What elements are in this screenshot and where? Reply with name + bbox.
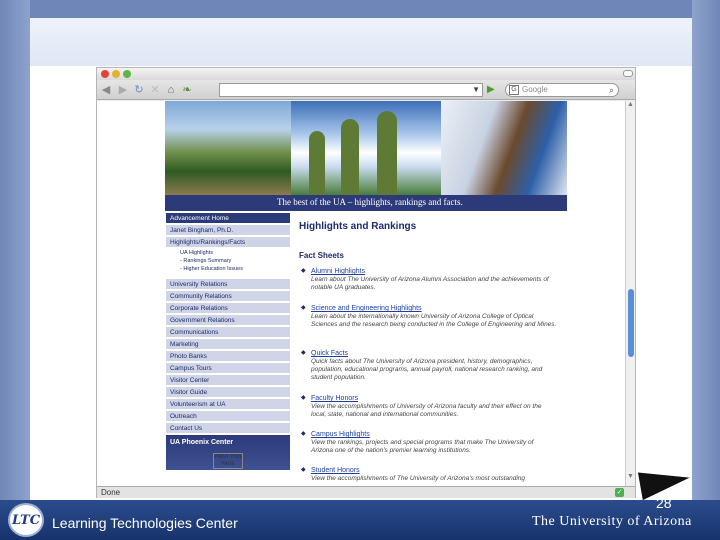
- fact-link[interactable]: Campus Highlights: [311, 430, 557, 439]
- nav-item-highlights[interactable]: Highlights/Rankings/Facts: [166, 237, 290, 248]
- tagline-text: The best of the UA – highlights, ranking…: [277, 197, 463, 207]
- org-name: Learning Technologies Center: [52, 515, 238, 531]
- fact-description: View the accomplishments of University o…: [311, 403, 542, 418]
- fact-link[interactable]: Student Honors: [311, 466, 557, 475]
- page-heading: Highlights and Rankings: [299, 221, 417, 232]
- cactus-shape: [341, 119, 359, 195]
- search-placeholder: Google: [522, 85, 548, 94]
- nav-sub-item[interactable]: - Higher Education Issues: [166, 265, 290, 273]
- main-content: Highlights and Rankings Fact Sheets ◆ Al…: [299, 221, 561, 486]
- university-name: The University of Arizona: [532, 514, 692, 529]
- fact-description: View the rankings, projects and special …: [311, 439, 534, 454]
- scroll-up-icon[interactable]: ▲: [627, 101, 634, 108]
- browser-titlebar: [97, 68, 635, 80]
- nav-item-advancement-home[interactable]: Advancement Home: [166, 213, 290, 224]
- minimize-window-button[interactable]: [112, 70, 120, 78]
- status-bar: Done ✓: [97, 486, 635, 498]
- go-button-icon[interactable]: ▶: [487, 83, 497, 97]
- nav-item[interactable]: Marketing: [166, 339, 290, 350]
- fact-link[interactable]: Alumni Highlights: [311, 267, 557, 276]
- fact-item: ◆ Science and Engineering Highlights Lea…: [301, 304, 557, 329]
- phoenix-center-label: UA Phoenix Center: [170, 439, 234, 446]
- forward-arrow-icon[interactable]: ▶: [117, 83, 129, 97]
- nav-item[interactable]: Visitor Center: [166, 375, 290, 386]
- toolbar-toggle-button[interactable]: [623, 70, 633, 77]
- print-page-logo[interactable]: PRINT THIS PAGE: [213, 453, 243, 469]
- nav-item-janet-bingham[interactable]: Janet Bingham, Ph.D.: [166, 225, 290, 236]
- fact-item: ◆ Faculty Honors View the accomplishment…: [301, 394, 557, 419]
- scroll-down-icon[interactable]: ▼: [627, 473, 634, 480]
- fact-item: ◆ Alumni Highlights Learn about The Univ…: [301, 267, 557, 292]
- nav-submenu: UA Highlights - Rankings Summary - Highe…: [166, 249, 290, 279]
- nav-item[interactable]: Volunteerism at UA: [166, 399, 290, 410]
- browser-window: ◀ ▶ ↻ ✕ ⌂ ❧ ▼ ▶ G Google ⌕ The best of t…: [96, 67, 636, 498]
- tagline-banner: The best of the UA – highlights, ranking…: [165, 195, 567, 211]
- ltc-logo: LTC: [8, 503, 44, 537]
- slide-number: 28: [656, 495, 672, 511]
- nav-item[interactable]: Campus Tours: [166, 363, 290, 374]
- cactus-photo: [291, 101, 441, 195]
- web-page: The best of the UA – highlights, ranking…: [165, 101, 567, 486]
- bullet-icon: ◆: [301, 268, 306, 274]
- campus-photo: [165, 101, 291, 195]
- fact-link[interactable]: Faculty Honors: [311, 394, 557, 403]
- fact-link[interactable]: Science and Engineering Highlights: [311, 304, 557, 313]
- nav-item[interactable]: Visitor Guide: [166, 387, 290, 398]
- cactus-shape: [377, 111, 397, 195]
- nav-sub-item[interactable]: - Rankings Summary: [166, 257, 290, 265]
- scroll-thumb[interactable]: [628, 289, 634, 357]
- bullet-icon: ◆: [301, 431, 306, 437]
- back-arrow-icon[interactable]: ◀: [100, 83, 112, 97]
- search-icon[interactable]: ⌕: [609, 84, 614, 96]
- side-navigation: Advancement Home Janet Bingham, Ph.D. Hi…: [165, 213, 291, 470]
- security-check-icon: ✓: [615, 488, 624, 497]
- stop-icon[interactable]: ✕: [149, 83, 161, 97]
- home-icon[interactable]: ⌂: [165, 83, 177, 97]
- nav-item[interactable]: Photo Banks: [166, 351, 290, 362]
- navigation-toolbar: ◀ ▶ ↻ ✕ ⌂ ❧ ▼ ▶ G Google ⌕: [97, 80, 635, 100]
- fact-description: Quick facts about The University of Ariz…: [311, 358, 543, 381]
- vertical-scrollbar[interactable]: ▲ ▼: [625, 101, 635, 486]
- slide-title-area: [30, 18, 692, 66]
- ltc-logo-text: LTC: [11, 512, 41, 528]
- status-text: Done: [101, 488, 121, 497]
- nav-sub-item[interactable]: UA Highlights: [166, 249, 290, 257]
- search-input[interactable]: G Google ⌕: [505, 83, 619, 97]
- bullet-icon: ◆: [301, 395, 306, 401]
- slide-right-border: [692, 0, 720, 500]
- search-engine-icon[interactable]: G: [509, 85, 519, 95]
- reload-icon[interactable]: ↻: [133, 83, 145, 97]
- nav-item[interactable]: Contact Us: [166, 423, 290, 434]
- fact-description: Learn about the internationally known Un…: [311, 313, 557, 328]
- slide-left-border: [0, 0, 30, 500]
- bookmark-leaf-icon[interactable]: ❧: [181, 83, 193, 97]
- url-history-dropdown-icon[interactable]: ▼: [472, 84, 480, 96]
- bullet-icon: ◆: [301, 350, 306, 356]
- students-photo: [441, 101, 567, 195]
- nav-item[interactable]: Community Relations: [166, 291, 290, 302]
- slide-header-band: [0, 0, 720, 66]
- zoom-window-button[interactable]: [123, 70, 131, 78]
- close-window-button[interactable]: [101, 70, 109, 78]
- fact-sheets-heading: Fact Sheets: [299, 251, 344, 260]
- nav-item[interactable]: Corporate Relations: [166, 303, 290, 314]
- nav-item[interactable]: University Relations: [166, 279, 290, 290]
- url-bar[interactable]: ▼: [219, 83, 483, 97]
- nav-item[interactable]: Government Relations: [166, 315, 290, 326]
- fact-link[interactable]: Quick Facts: [311, 349, 557, 358]
- page-viewport: The best of the UA – highlights, ranking…: [97, 101, 635, 486]
- cactus-shape: [309, 131, 325, 195]
- bullet-icon: ◆: [301, 305, 306, 311]
- fact-item: ◆ Student Honors View the accomplishment…: [301, 466, 557, 483]
- nav-item[interactable]: Outreach: [166, 411, 290, 422]
- fact-description: Learn about The University of Arizona Al…: [311, 276, 549, 291]
- fact-description: View the accomplishments of The Universi…: [311, 475, 526, 482]
- fact-item: ◆ Quick Facts Quick facts about The Univ…: [301, 349, 557, 382]
- nav-item[interactable]: Communications: [166, 327, 290, 338]
- bullet-icon: ◆: [301, 467, 306, 473]
- fact-item: ◆ Campus Highlights View the rankings, p…: [301, 430, 557, 455]
